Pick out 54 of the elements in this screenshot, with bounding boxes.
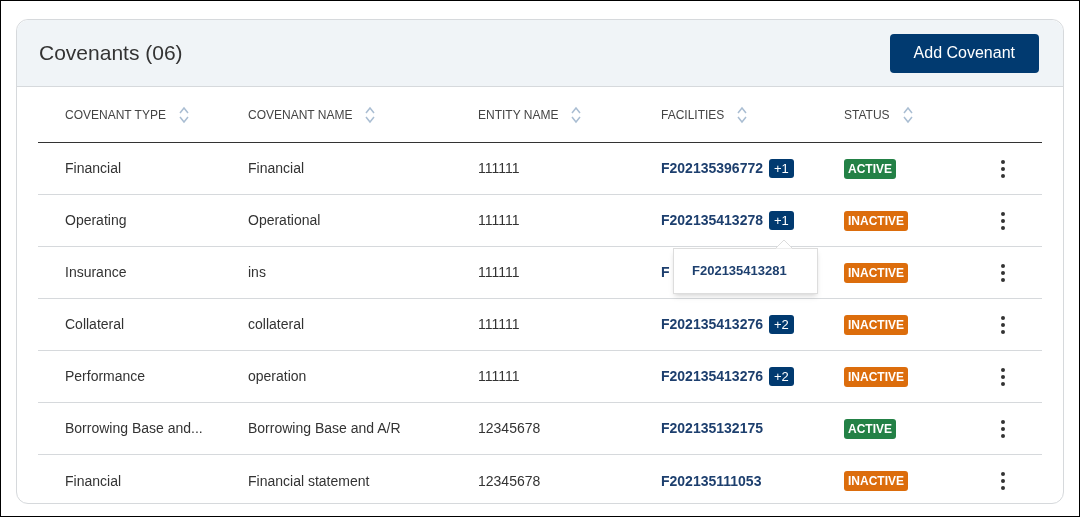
facility-link[interactable]: F202135132175 bbox=[661, 418, 763, 439]
table-cell: 111111 bbox=[478, 264, 520, 280]
table-cell: 12345678 bbox=[478, 472, 541, 489]
column-header: COVENANT NAME bbox=[248, 106, 353, 124]
table-cell: Borrowing Base and... bbox=[65, 420, 203, 436]
status-badge: ACTIVE bbox=[844, 158, 896, 179]
column-header: ENTITY NAME bbox=[478, 106, 559, 124]
popover-facility-link[interactable]: F202135413281 bbox=[692, 261, 799, 281]
card-title: Covenants (06) bbox=[39, 40, 183, 67]
table-cell: Operational bbox=[248, 212, 321, 228]
table-cell: collateral bbox=[248, 316, 305, 332]
table-cell: 111111 bbox=[478, 316, 520, 332]
more-facilities-badge[interactable]: +2 bbox=[769, 367, 794, 386]
facility-link[interactable]: F202135413276 bbox=[661, 366, 763, 387]
status-badge: INACTIVE bbox=[844, 471, 908, 491]
facility-link[interactable]: F202135413276 bbox=[661, 314, 763, 335]
facility-link[interactable]: F202135396772 bbox=[661, 158, 763, 179]
table-cell: Borrowing Base and A/R bbox=[248, 420, 401, 436]
table-cell: 111111 bbox=[478, 212, 520, 228]
add-covenant-button[interactable]: Add Covenant bbox=[889, 33, 1039, 73]
more-options-icon[interactable] bbox=[1001, 367, 1005, 386]
more-options-icon[interactable] bbox=[1001, 211, 1005, 230]
table-cell: operation bbox=[248, 368, 307, 384]
table-cell: Financial bbox=[65, 160, 122, 176]
table-cell: 111111 bbox=[478, 368, 520, 384]
more-options-icon[interactable] bbox=[1001, 419, 1005, 438]
more-facilities-badge[interactable]: +1 bbox=[769, 211, 794, 230]
facility-link[interactable]: F202135111053 bbox=[661, 470, 762, 492]
more-facilities-badge[interactable]: +1 bbox=[769, 159, 794, 178]
column-header: COVENANT TYPE bbox=[65, 106, 166, 124]
column-header: STATUS bbox=[844, 106, 890, 124]
status-badge: INACTIVE bbox=[844, 366, 908, 387]
table-cell: Financial bbox=[65, 472, 122, 489]
table-cell: Insurance bbox=[65, 264, 127, 280]
table-cell: Performance bbox=[65, 368, 146, 384]
status-badge: INACTIVE bbox=[844, 210, 908, 231]
table-cell: Financial statement bbox=[248, 472, 370, 489]
more-options-icon[interactable] bbox=[1001, 159, 1005, 178]
table-cell: Collateral bbox=[65, 316, 125, 332]
table-cell: 111111 bbox=[478, 160, 520, 176]
status-badge: ACTIVE bbox=[844, 418, 896, 439]
table-cell: Operating bbox=[65, 212, 127, 228]
status-badge: INACTIVE bbox=[844, 314, 908, 335]
column-header: FACILITIES bbox=[661, 106, 725, 124]
table-cell: Financial bbox=[248, 160, 305, 176]
table-cell: 12345678 bbox=[478, 420, 541, 436]
more-options-icon[interactable] bbox=[1001, 472, 1005, 490]
more-options-icon[interactable] bbox=[1001, 263, 1005, 282]
facility-link[interactable]: F bbox=[661, 262, 670, 283]
more-options-icon[interactable] bbox=[1001, 315, 1005, 334]
table-cell: ins bbox=[248, 264, 266, 280]
more-facilities-badge[interactable]: +2 bbox=[769, 315, 794, 334]
status-badge: INACTIVE bbox=[844, 262, 908, 283]
facility-link[interactable]: F202135413278 bbox=[661, 210, 763, 231]
